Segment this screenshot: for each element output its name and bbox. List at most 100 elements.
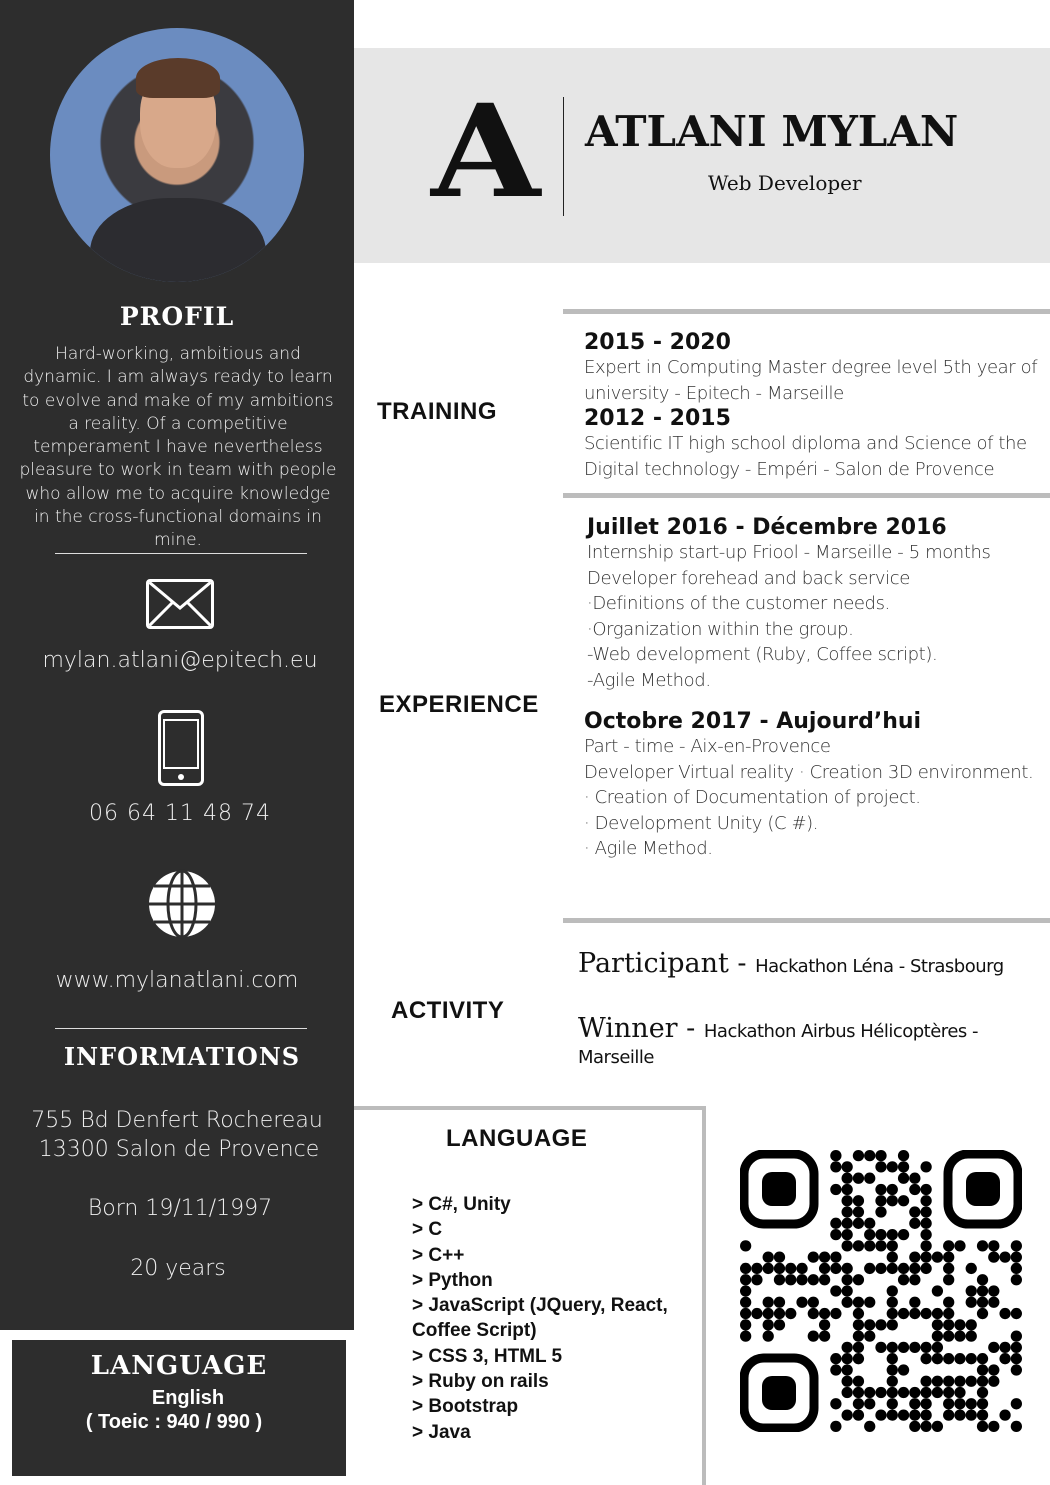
qr-module bbox=[740, 1296, 752, 1308]
skill-item: > Ruby on rails bbox=[412, 1371, 549, 1393]
qr-module bbox=[954, 1386, 966, 1399]
experience-line: · Agile Method. bbox=[584, 838, 713, 859]
qr-module bbox=[965, 1262, 977, 1275]
email[interactable]: mylan.atlani@epitech.eu bbox=[0, 648, 360, 673]
qr-module bbox=[988, 1341, 1000, 1354]
qr-module bbox=[954, 1398, 966, 1410]
profile-photo bbox=[50, 28, 304, 282]
qr-module bbox=[773, 1274, 786, 1286]
qr-module bbox=[841, 1296, 853, 1308]
qr-module bbox=[875, 1262, 887, 1275]
rule bbox=[563, 309, 1050, 314]
qr-module bbox=[976, 1409, 989, 1421]
qr-module bbox=[830, 1161, 842, 1173]
qr-module bbox=[943, 1330, 955, 1342]
qr-code[interactable] bbox=[740, 1150, 1022, 1432]
qr-module bbox=[954, 1409, 966, 1421]
qr-module bbox=[920, 1398, 932, 1410]
qr-module bbox=[1010, 1240, 1022, 1252]
qr-module bbox=[875, 1206, 887, 1218]
skill-item: > C++ bbox=[412, 1244, 465, 1266]
qr-module bbox=[852, 1341, 865, 1354]
qr-module bbox=[931, 1307, 944, 1320]
qr-module bbox=[807, 1296, 819, 1308]
divider bbox=[55, 553, 307, 554]
qr-finder-center bbox=[762, 1172, 796, 1206]
qr-module bbox=[852, 1296, 865, 1308]
qr-module bbox=[943, 1307, 955, 1320]
qr-module bbox=[920, 1375, 932, 1387]
training-list: 2015 - 2020 Expert in Computing Master d… bbox=[584, 330, 1038, 482]
qr-module bbox=[920, 1206, 932, 1218]
qr-module bbox=[988, 1364, 1000, 1376]
website[interactable]: www.mylanatlani.com bbox=[0, 968, 354, 993]
qr-module bbox=[976, 1398, 989, 1410]
qr-module bbox=[886, 1296, 898, 1308]
globe-icon bbox=[147, 868, 217, 944]
qr-module bbox=[897, 1172, 910, 1184]
qr-module bbox=[965, 1398, 977, 1410]
experience-line: Developer forehead and back service bbox=[587, 567, 910, 589]
qr-module bbox=[999, 1353, 1011, 1365]
qr-module bbox=[1010, 1251, 1022, 1263]
qr-module bbox=[773, 1251, 786, 1263]
qr-module bbox=[943, 1296, 955, 1308]
qr-module bbox=[740, 1262, 752, 1275]
qr-module bbox=[852, 1150, 865, 1162]
qr-module bbox=[897, 1386, 910, 1399]
activity-event: Hackathon Léna - Strasbourg bbox=[755, 956, 1004, 977]
qr-module bbox=[897, 1364, 910, 1376]
qr-module bbox=[807, 1330, 819, 1342]
qr-module bbox=[864, 1420, 876, 1432]
qr-module bbox=[943, 1319, 955, 1331]
qr-module bbox=[740, 1285, 752, 1297]
qr-module bbox=[897, 1274, 910, 1286]
qr-module bbox=[852, 1172, 865, 1184]
qr-module bbox=[852, 1274, 865, 1286]
qr-module bbox=[852, 1195, 865, 1207]
qr-module bbox=[897, 1150, 910, 1162]
qr-module bbox=[1010, 1330, 1022, 1342]
qr-module bbox=[976, 1353, 989, 1365]
qr-module bbox=[864, 1296, 876, 1308]
qr-module bbox=[886, 1161, 898, 1173]
qr-module bbox=[740, 1240, 752, 1252]
activity-role: Participant - bbox=[578, 948, 756, 979]
qr-module bbox=[999, 1251, 1011, 1263]
qr-module bbox=[875, 1195, 887, 1207]
experience-line: · Development Unity (C #). bbox=[584, 812, 819, 834]
experience-line: -Agile Method. bbox=[587, 669, 711, 691]
qr-module bbox=[909, 1307, 921, 1320]
qr-module bbox=[943, 1375, 955, 1387]
qr-module bbox=[920, 1341, 932, 1354]
qr-module bbox=[852, 1398, 865, 1410]
qr-module bbox=[773, 1307, 786, 1320]
qr-module bbox=[909, 1217, 921, 1229]
qr-module bbox=[886, 1307, 898, 1320]
qr-module bbox=[864, 1330, 876, 1342]
qr-module bbox=[988, 1296, 1000, 1308]
qr-module bbox=[841, 1274, 853, 1286]
qr-module bbox=[740, 1330, 752, 1342]
age: 20 years bbox=[130, 1256, 226, 1281]
qr-module bbox=[886, 1285, 898, 1297]
address-line1: 755 Bd Denfert Rochereau bbox=[31, 1108, 323, 1133]
qr-module bbox=[954, 1330, 966, 1342]
qr-module bbox=[897, 1262, 910, 1275]
skill-item: > C bbox=[412, 1219, 443, 1241]
qr-module bbox=[920, 1409, 932, 1421]
qr-module bbox=[943, 1274, 955, 1286]
qr-module bbox=[999, 1307, 1011, 1320]
qr-module bbox=[909, 1183, 921, 1196]
divider bbox=[55, 1028, 307, 1029]
qr-module bbox=[864, 1217, 876, 1229]
qr-module bbox=[852, 1240, 865, 1252]
qr-module bbox=[841, 1195, 853, 1207]
qr-module bbox=[976, 1285, 989, 1297]
qr-module bbox=[909, 1409, 921, 1421]
qr-module bbox=[785, 1307, 797, 1320]
qr-module bbox=[773, 1262, 786, 1275]
qr-module bbox=[909, 1206, 921, 1218]
qr-module bbox=[931, 1341, 944, 1354]
qr-module bbox=[818, 1307, 831, 1320]
